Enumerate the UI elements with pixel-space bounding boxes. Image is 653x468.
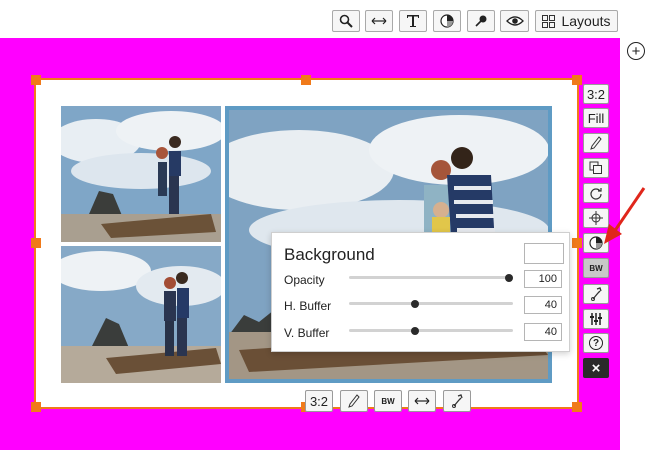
h-buffer-value-input[interactable]: 40 xyxy=(524,296,562,314)
help-button[interactable]: ? xyxy=(583,333,609,353)
help-icon: ? xyxy=(589,336,603,350)
resize-handle-top-center[interactable] xyxy=(301,75,311,85)
search-icon xyxy=(339,14,353,28)
bottom-ratio-button[interactable]: 3:2 xyxy=(305,390,333,412)
fill-label: Fill xyxy=(587,110,605,126)
color-wheel-icon xyxy=(440,14,454,28)
h-buffer-slider-knob[interactable] xyxy=(411,299,420,308)
layouts-button[interactable]: Layouts xyxy=(535,10,618,32)
opacity-label: Opacity xyxy=(284,273,325,287)
h-buffer-label: H. Buffer xyxy=(284,299,332,313)
preview-button[interactable] xyxy=(500,10,529,32)
bottom-width-button[interactable] xyxy=(408,390,436,412)
annotation-arrow xyxy=(604,187,646,244)
wrench-icon xyxy=(452,394,463,408)
panel-title: Background xyxy=(284,245,375,264)
width-arrows-icon xyxy=(414,397,430,405)
copy-icon xyxy=(589,161,602,174)
bottom-adjust-button[interactable] xyxy=(443,390,471,412)
filters-button[interactable] xyxy=(583,309,609,329)
v-buffer-value-input[interactable]: 40 xyxy=(524,323,562,341)
color-button[interactable] xyxy=(433,10,461,32)
duplicate-button[interactable] xyxy=(583,158,609,178)
bottom-bw-label: BW xyxy=(381,396,395,406)
add-page-button[interactable]: + xyxy=(627,42,645,60)
photo-bottom-left[interactable] xyxy=(61,246,221,383)
photo-top-left-image xyxy=(61,106,221,242)
close-icon: × xyxy=(591,359,601,377)
resize-handle-top-left[interactable] xyxy=(31,75,41,85)
adjust-button[interactable] xyxy=(583,284,609,304)
photo-bottom-left-image xyxy=(61,246,221,383)
bw-label: BW xyxy=(589,263,603,273)
v-buffer-label: V. Buffer xyxy=(284,326,330,340)
background-color-swatch[interactable] xyxy=(524,243,564,264)
bottom-ratio-label: 3:2 xyxy=(309,393,329,409)
resize-handle-top-right[interactable] xyxy=(572,75,582,85)
bw-button[interactable]: BW xyxy=(583,258,609,278)
v-buffer-slider-knob[interactable] xyxy=(411,326,420,335)
close-button[interactable]: × xyxy=(583,358,609,378)
sliders-icon xyxy=(590,313,602,325)
pin-icon xyxy=(475,15,487,27)
grid-icon xyxy=(542,14,556,28)
plus-icon: + xyxy=(631,42,641,60)
photo-top-left[interactable] xyxy=(61,106,221,242)
eye-icon xyxy=(505,16,524,26)
bottom-edit-button[interactable] xyxy=(340,390,368,412)
opacity-value-input[interactable]: 100 xyxy=(524,270,562,288)
pencil-icon xyxy=(590,136,602,150)
pencil-icon xyxy=(348,394,360,408)
wrench-icon xyxy=(591,287,602,301)
text-button[interactable] xyxy=(399,10,427,32)
ratio-label: 3:2 xyxy=(586,86,606,102)
resize-handle-middle-left[interactable] xyxy=(31,238,41,248)
layouts-label: Layouts xyxy=(561,13,611,29)
background-panel: Background Opacity 100 H. Buffer 40 V. B… xyxy=(271,232,570,352)
h-buffer-slider[interactable] xyxy=(349,299,513,308)
edit-button[interactable] xyxy=(583,133,609,153)
width-arrows-icon xyxy=(371,17,387,25)
pin-button[interactable] xyxy=(467,10,495,32)
bottom-bw-button[interactable]: BW xyxy=(374,390,402,412)
text-icon xyxy=(407,15,419,27)
opacity-slider[interactable] xyxy=(349,273,513,282)
zoom-button[interactable] xyxy=(332,10,360,32)
fill-button[interactable]: Fill xyxy=(583,108,609,128)
resize-handle-bottom-left[interactable] xyxy=(31,402,41,412)
opacity-slider-knob[interactable] xyxy=(505,273,513,282)
v-buffer-slider[interactable] xyxy=(349,326,513,335)
width-button[interactable] xyxy=(365,10,393,32)
ratio-button[interactable]: 3:2 xyxy=(583,84,609,104)
resize-handle-middle-right[interactable] xyxy=(572,238,582,248)
resize-handle-bottom-right[interactable] xyxy=(572,402,582,412)
